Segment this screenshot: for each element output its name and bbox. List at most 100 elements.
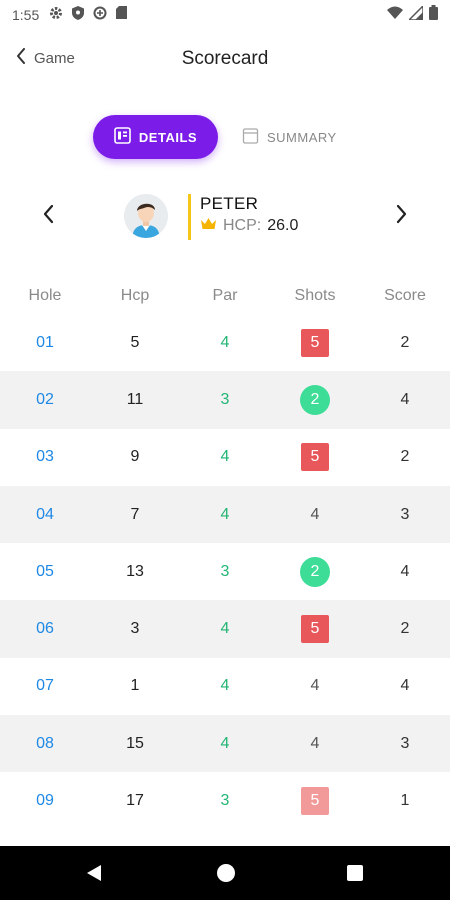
- battery-icon: [429, 5, 438, 25]
- tab-summary[interactable]: SUMMARY: [242, 115, 337, 159]
- hole-hcp: 9: [130, 448, 140, 466]
- player-hcp: HCP: 26.0: [200, 217, 298, 235]
- chevron-left-icon: [16, 48, 26, 69]
- hole-score: 2: [400, 620, 410, 638]
- hole-hcp: 5: [130, 333, 140, 351]
- hole-number[interactable]: 02: [0, 391, 90, 409]
- hole-shots-cell: 2: [270, 384, 360, 415]
- hole-shots: 5: [301, 328, 329, 357]
- table-row[interactable]: 09 17 3 5 1: [0, 772, 450, 829]
- status-bar: 1:55: [0, 0, 450, 30]
- hole-number[interactable]: 05: [0, 563, 90, 581]
- avatar: [124, 194, 168, 238]
- table-row[interactable]: 03 9 4 5 2: [0, 429, 450, 486]
- scorecard-table: Hole Hcp Par Shots Score 01 5 4 5 2 02 11 3 2 4 03…: [0, 278, 450, 830]
- hole-hcp: 3: [130, 620, 140, 638]
- hole-par: 4: [220, 333, 230, 351]
- hole-par: 4: [220, 734, 230, 752]
- hole-score: 4: [400, 390, 410, 408]
- view-tabs: DETAILS SUMMARY: [93, 115, 337, 159]
- tab-details-label: DETAILS: [138, 129, 198, 145]
- player-name: PETER: [200, 194, 259, 213]
- column-header-shots: Shots: [294, 287, 336, 304]
- table-row[interactable]: 05 13 3 2 4: [0, 543, 450, 600]
- column-header-par: Par: [212, 287, 238, 304]
- hole-score: 3: [400, 505, 410, 523]
- hole-par: 4: [220, 620, 230, 638]
- hole-hcp: 11: [126, 390, 144, 408]
- hole-par: 3: [220, 792, 230, 810]
- hole-score: 4: [400, 677, 410, 695]
- hcp-value: 26.0: [267, 217, 299, 234]
- table-row[interactable]: 07 1 4 4 4: [0, 658, 450, 715]
- table-body: 01 5 4 5 2 02 11 3 2 4 03 9 4 5 2 04 7 4 4 3 05 13 3 2 4 06 3 4 5 2 07…: [0, 314, 450, 830]
- hole-shots: 4: [310, 677, 320, 695]
- next-player-button[interactable]: [396, 204, 408, 229]
- hole-hcp: 13: [126, 562, 144, 580]
- hole-shots: 4: [310, 505, 320, 523]
- wifi-icon: [387, 6, 403, 24]
- tab-summary-label: SUMMARY: [267, 129, 337, 145]
- recents-square-icon[interactable]: [345, 863, 365, 888]
- hole-number[interactable]: 01: [0, 334, 90, 352]
- calendar-icon: [242, 127, 259, 147]
- hole-score: 1: [400, 792, 410, 810]
- hole-score: 2: [400, 448, 410, 466]
- home-circle-icon[interactable]: [216, 863, 236, 888]
- table-row[interactable]: 08 15 4 4 3: [0, 715, 450, 773]
- hole-number[interactable]: 06: [0, 620, 90, 638]
- hole-number[interactable]: 09: [0, 792, 90, 810]
- hole-hcp: 15: [126, 734, 144, 752]
- crown-icon: [200, 217, 217, 235]
- table-row[interactable]: 02 11 3 2 4: [0, 371, 450, 429]
- hole-shots: 2: [300, 556, 330, 587]
- system-nav-bar: [0, 846, 450, 900]
- table-row[interactable]: 06 3 4 5 2: [0, 600, 450, 658]
- hole-shots: 5: [301, 443, 329, 472]
- details-icon: [114, 127, 131, 147]
- column-header-score: Score: [384, 287, 426, 304]
- hole-shots: 2: [300, 384, 330, 415]
- hole-shots: 5: [301, 787, 329, 816]
- settings-icon: [49, 6, 63, 25]
- hole-shots-cell: 2: [270, 556, 360, 587]
- hole-hcp: 1: [130, 677, 140, 695]
- back-triangle-icon[interactable]: [84, 863, 104, 888]
- hole-shots-cell: 5: [270, 328, 360, 357]
- hole-hcp: 17: [126, 792, 144, 810]
- status-time: 1:55: [12, 7, 40, 23]
- hole-number[interactable]: 07: [0, 677, 90, 695]
- hole-number[interactable]: 04: [0, 506, 90, 524]
- hole-score: 4: [400, 562, 410, 580]
- hole-hcp: 7: [130, 505, 140, 523]
- table-header: Hole Hcp Par Shots Score: [0, 278, 450, 314]
- back-button[interactable]: Game: [16, 48, 75, 69]
- sd-card-icon: [116, 6, 128, 24]
- hole-number[interactable]: 08: [0, 735, 90, 753]
- hole-par: 3: [220, 390, 230, 408]
- hole-shots-cell: 5: [270, 615, 360, 644]
- hole-shots: 4: [310, 734, 320, 752]
- data-saver-icon: [93, 6, 107, 25]
- app-header: Game Scorecard: [0, 38, 450, 82]
- hole-shots-cell: 5: [270, 443, 360, 472]
- hcp-label: HCP:: [223, 217, 262, 234]
- hole-shots-cell: 4: [270, 677, 360, 695]
- hole-shots-cell: 5: [270, 787, 360, 816]
- previous-player-button[interactable]: [42, 204, 54, 229]
- column-header-hole: Hole: [28, 287, 62, 304]
- player-info: PETER HCP: 26.0: [188, 194, 298, 240]
- back-label: Game: [34, 50, 75, 67]
- table-row[interactable]: 04 7 4 4 3: [0, 485, 450, 544]
- hole-par: 4: [220, 505, 230, 523]
- tab-details[interactable]: DETAILS: [93, 115, 218, 159]
- table-row[interactable]: 01 5 4 5 2: [0, 314, 450, 371]
- hole-par: 3: [220, 562, 230, 580]
- hole-score: 2: [400, 333, 410, 351]
- signal-icon: [407, 3, 424, 25]
- shield-icon: [72, 5, 85, 25]
- hole-shots-cell: 4: [270, 735, 360, 753]
- player-section: PETER HCP: 26.0: [0, 188, 450, 248]
- column-header-hcp: Hcp: [120, 287, 150, 304]
- hole-number[interactable]: 03: [0, 448, 90, 466]
